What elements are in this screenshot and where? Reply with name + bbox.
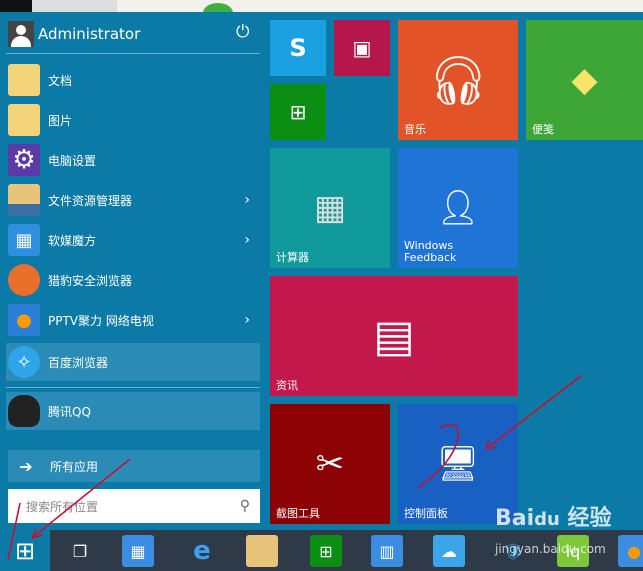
baidu-watermark-logo: Baidu 经验: [495, 506, 612, 531]
liebao-browser-icon: [8, 264, 40, 296]
menu-item-pptv[interactable]: ● PPTV聚力 网络电视 ›: [6, 301, 260, 339]
divider: [6, 387, 260, 388]
menu-item-pictures[interactable]: 图片: [6, 101, 260, 139]
search-placeholder: 搜索所有位置: [26, 499, 99, 514]
pptv-icon: ●: [8, 304, 40, 336]
tile-sticky-notes[interactable]: ◆ 便笺: [526, 20, 643, 140]
calculator-icon: ▦: [313, 188, 347, 228]
tile-label: Windows Feedback: [404, 239, 457, 264]
feedback-person-icon: 👤︎: [436, 188, 480, 228]
menu-item-qq[interactable]: 腾讯QQ: [6, 392, 260, 430]
tile-label: 截图工具: [276, 507, 320, 520]
chevron-right-icon[interactable]: ›: [244, 232, 250, 248]
tile-label: 控制面板: [404, 507, 448, 520]
tile-label: 资讯: [276, 379, 298, 392]
pictures-folder-icon: [8, 104, 40, 136]
search-icon[interactable]: ⚲: [240, 498, 250, 514]
chevron-right-icon[interactable]: ›: [244, 192, 250, 208]
sticky-notes-icon: ◆: [571, 60, 598, 100]
item-label: 猎豹安全浏览器: [48, 273, 133, 288]
background-window: [0, 0, 643, 23]
item-label: 软媒魔方: [48, 233, 97, 248]
scissors-icon: ✂: [315, 444, 345, 484]
tile-music[interactable]: 🎧︎ 音乐: [398, 20, 518, 140]
menu-item-liebao[interactable]: 猎豹安全浏览器: [6, 261, 260, 299]
user-avatar: [8, 21, 34, 47]
headphones-icon: 🎧︎: [427, 52, 489, 109]
all-apps-label: 所有应用: [50, 459, 99, 474]
task-view-icon[interactable]: ❐: [64, 535, 96, 567]
pptv-taskbar-icon[interactable]: ●: [618, 535, 643, 567]
start-menu: Administrator ⏻ 文档 图片 ⚙ 电脑设置 文件资源管理器 › ▦ 软媒…: [0, 12, 643, 530]
file-explorer-icon: [8, 184, 40, 216]
menu-item-file-explorer[interactable]: 文件资源管理器 ›: [6, 181, 260, 219]
tile-label: 计算器: [276, 251, 309, 264]
divider: [6, 53, 260, 54]
tile-store[interactable]: ⊞: [270, 84, 326, 140]
tile-windows-feedback[interactable]: 👤︎ Windows Feedback: [398, 148, 518, 268]
tile-video[interactable]: ▣: [334, 20, 390, 76]
store-bag-icon: ⊞: [289, 100, 307, 124]
skype-icon: S: [289, 34, 307, 62]
item-label: PPTV聚力 网络电视: [48, 313, 154, 328]
item-label: 百度浏览器: [48, 355, 109, 370]
start-button[interactable]: ⊞: [0, 530, 50, 571]
store-taskbar-icon[interactable]: ⊞: [310, 535, 342, 567]
cube-taskbar-icon[interactable]: ▥: [371, 535, 403, 567]
ruanmei-taskbar-icon[interactable]: ▦: [122, 535, 154, 567]
tile-snipping-tool[interactable]: ✂ 截图工具: [270, 404, 390, 524]
newspaper-icon: ▤: [373, 310, 415, 362]
internet-explorer-icon[interactable]: e: [186, 535, 218, 567]
menu-item-baidu-browser[interactable]: ✧ 百度浏览器: [6, 343, 260, 381]
item-label: 腾讯QQ: [48, 404, 91, 419]
qq-penguin-icon: [8, 395, 40, 427]
item-label: 电脑设置: [48, 153, 97, 168]
control-panel-icon: 🖥︎: [436, 444, 480, 484]
search-input[interactable]: 搜索所有位置 ⚲: [8, 489, 260, 523]
tile-news[interactable]: ▤ 资讯: [270, 276, 518, 396]
power-icon[interactable]: ⏻: [236, 22, 249, 42]
windows-logo-icon: ⊞: [14, 536, 36, 565]
baidu-browser-icon: ✧: [8, 346, 40, 378]
tile-calculator[interactable]: ▦ 计算器: [270, 148, 390, 268]
file-explorer-taskbar-icon[interactable]: [246, 535, 278, 567]
gear-icon: ⚙: [8, 144, 40, 176]
menu-item-ruanmei[interactable]: ▦ 软媒魔方 ›: [6, 221, 260, 259]
user-account[interactable]: Administrator: [8, 20, 140, 48]
tile-label: 便笺: [532, 123, 554, 136]
documents-folder-icon: [8, 64, 40, 96]
item-label: 图片: [48, 113, 73, 128]
chevron-right-icon[interactable]: ›: [244, 312, 250, 328]
user-name: Administrator: [38, 25, 141, 43]
tile-skype[interactable]: S: [270, 20, 326, 76]
all-apps-button[interactable]: ➔ 所有应用: [8, 450, 260, 482]
ruanmei-cube-icon: ▦: [8, 224, 40, 256]
menu-item-pc-settings[interactable]: ⚙ 电脑设置: [6, 141, 260, 179]
baidu-cloud-icon[interactable]: ☁: [433, 535, 465, 567]
item-label: 文档: [48, 73, 73, 88]
tile-label: 音乐: [404, 123, 426, 136]
video-icon: ▣: [352, 36, 372, 60]
menu-item-documents[interactable]: 文档: [6, 61, 260, 99]
baidu-watermark-url: jingyan.baidu.com: [495, 542, 606, 556]
arrow-right-icon: ➔: [19, 456, 33, 476]
item-label: 文件资源管理器: [48, 193, 133, 208]
